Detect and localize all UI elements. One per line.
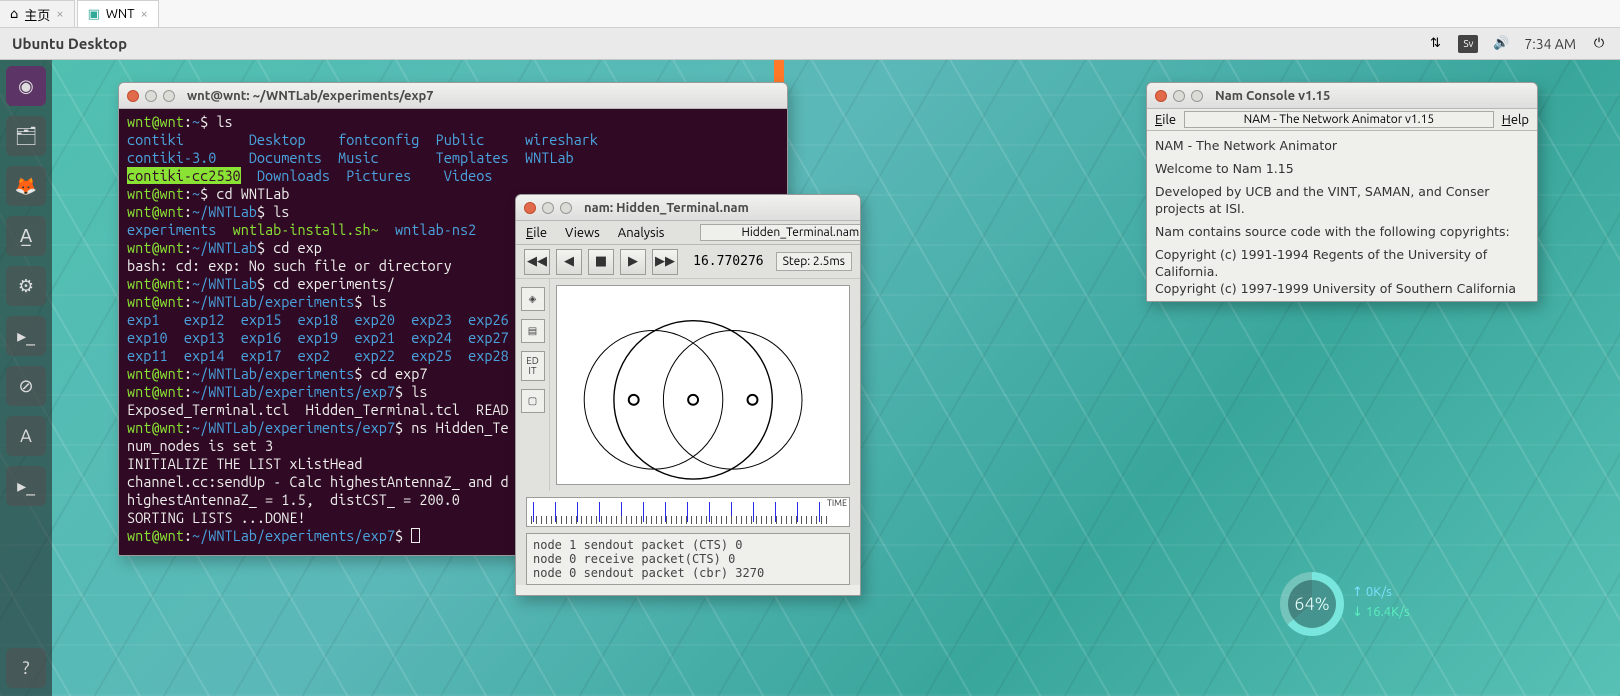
tab-wnt[interactable]: ▣ WNT ×	[77, 0, 159, 27]
fast-forward-button[interactable]: ▶▶	[652, 249, 678, 275]
console-menu-help[interactable]: Help	[1502, 113, 1529, 127]
play-button[interactable]: ▶	[620, 249, 646, 275]
close-icon[interactable]: ×	[56, 7, 63, 21]
nam-title: nam: Hidden_Terminal.nam	[584, 201, 749, 215]
hud-ring: 64%	[1280, 572, 1344, 636]
launcher-dash-icon[interactable]: ◉	[6, 66, 46, 106]
nam-timeline[interactable]: TIME	[526, 497, 850, 527]
launcher-firefox-icon[interactable]: 🦊	[6, 166, 46, 206]
console-line: Welcome to Nam 1.15	[1155, 160, 1529, 177]
nam-canvas[interactable]	[556, 285, 850, 485]
nam-menu-analysis[interactable]: Analysis	[618, 226, 665, 240]
launcher-terminal2-icon[interactable]: ▸_	[6, 466, 46, 506]
launcher-software-icon[interactable]: A	[6, 416, 46, 456]
stop-button[interactable]: ■	[588, 249, 614, 275]
console-line: Nam contains source code with the follow…	[1155, 223, 1529, 240]
gnome-menubar: Ubuntu Desktop ⇅ Sv 🔊 7:34 AM ⏻	[0, 28, 1620, 60]
hud-upload: ↑ 0K/s	[1352, 582, 1410, 602]
nam-tool-cube-icon[interactable]: ◈	[521, 287, 545, 311]
nam-menu-views[interactable]: Views	[565, 226, 600, 240]
keyboard-indicator[interactable]: Sv	[1458, 35, 1478, 53]
app-title: Ubuntu Desktop	[12, 35, 127, 52]
network-hud: 64% ↑ 0K/s ↓ 16.4K/s	[1280, 572, 1420, 636]
console-line: Copyright (c) 1997-1999 University of So…	[1155, 280, 1529, 297]
home-icon: ⌂	[10, 7, 18, 22]
timeline-label: TIME	[827, 498, 847, 508]
nam-time: 16.770276	[687, 254, 769, 269]
console-menu-file[interactable]: Eile	[1155, 113, 1176, 127]
launcher-help-icon[interactable]: ?	[6, 648, 46, 688]
tab-home-label: 主页	[24, 5, 50, 24]
hud-download: ↓ 16.4K/s	[1352, 602, 1410, 622]
console-field: NAM - The Network Animator v1.15	[1184, 111, 1494, 128]
nam-console-titlebar[interactable]: Nam Console v1.15	[1147, 83, 1537, 109]
nam-console-window: Nam Console v1.15 Eile NAM - The Network…	[1146, 82, 1538, 302]
tab-home[interactable]: ⌂ 主页 ×	[0, 0, 75, 27]
log-line: node 0 receive packet(CTS) 0	[533, 552, 843, 566]
nam-menu-file[interactable]: Eile	[526, 226, 547, 240]
window-close-icon[interactable]	[127, 90, 139, 102]
network-icon[interactable]: ⇅	[1426, 35, 1444, 53]
nam-step[interactable]: Step: 2.5ms	[776, 252, 852, 271]
window-maximize-icon[interactable]	[163, 90, 175, 102]
nam-diagram	[557, 286, 849, 484]
rewind-button[interactable]: ◀◀	[524, 249, 550, 275]
console-line: NAM - The Network Animator	[1155, 137, 1529, 154]
window-minimize-icon[interactable]	[1173, 90, 1185, 102]
clock[interactable]: 7:34 AM	[1524, 36, 1576, 52]
window-maximize-icon[interactable]	[560, 202, 572, 214]
nam-console-title: Nam Console v1.15	[1215, 89, 1330, 103]
window-close-icon[interactable]	[1155, 90, 1167, 102]
nam-log: node 1 sendout packet (CTS) 0 node 0 rec…	[526, 533, 850, 585]
launcher-app-icon[interactable]: A̲	[6, 216, 46, 256]
close-icon[interactable]: ×	[140, 7, 147, 21]
window-minimize-icon[interactable]	[542, 202, 554, 214]
launcher: ◉ 🗂 🦊 A̲ ⚙ ▸_ ⊘ A ▸_ ?	[0, 60, 52, 696]
launcher-settings-icon[interactable]: ⚙	[6, 266, 46, 306]
nam-console-body[interactable]: NAM - The Network Animator Welcome to Na…	[1147, 131, 1537, 301]
nam-menubar: Eile Views Analysis Hidden_Terminal.nam	[516, 221, 860, 245]
window-maximize-icon[interactable]	[1191, 90, 1203, 102]
nam-filename-box: Hidden_Terminal.nam	[700, 224, 861, 241]
nam-sidebar: ◈ ▤ ED IT ▢	[516, 279, 550, 491]
nam-tool-stack-icon[interactable]: ▤	[521, 319, 545, 343]
desktop: ◉ 🗂 🦊 A̲ ⚙ ▸_ ⊘ A ▸_ ? wnt@wnt: ~/WNTLab…	[0, 60, 1620, 696]
hud-percent: 64%	[1294, 594, 1329, 614]
sound-icon[interactable]: 🔊	[1492, 35, 1510, 53]
nam-titlebar[interactable]: nam: Hidden_Terminal.nam	[516, 195, 860, 221]
step-back-button[interactable]: ◀	[556, 249, 582, 275]
terminal-cursor	[411, 528, 420, 543]
window-close-icon[interactable]	[524, 202, 536, 214]
page-icon: ▣	[88, 7, 100, 22]
nam-toolbar: ◀◀ ◀ ■ ▶ ▶▶ 16.770276 Step: 2.5ms	[516, 245, 860, 279]
launcher-terminal-icon[interactable]: ▸_	[6, 316, 46, 356]
console-line: Developed by UCB and the VINT, SAMAN, an…	[1155, 183, 1529, 217]
log-line: node 1 sendout packet (CTS) 0	[533, 538, 843, 552]
browser-tabstrip: ⌂ 主页 × ▣ WNT ×	[0, 0, 1620, 28]
launcher-disk-icon[interactable]: ⊘	[6, 366, 46, 406]
session-icon[interactable]: ⏻	[1590, 35, 1608, 53]
terminal-title: wnt@wnt: ~/WNTLab/experiments/exp7	[187, 89, 434, 103]
nam-window: nam: Hidden_Terminal.nam Eile Views Anal…	[515, 194, 861, 596]
tab-wnt-label: WNT	[106, 7, 135, 21]
nam-tool-box-icon[interactable]: ▢	[521, 389, 545, 413]
nam-tool-edit-button[interactable]: ED IT	[521, 351, 545, 381]
log-line: node 0 sendout packet (cbr) 3270	[533, 566, 843, 580]
nam-console-menubar: Eile NAM - The Network Animator v1.15 He…	[1147, 109, 1537, 131]
terminal-titlebar[interactable]: wnt@wnt: ~/WNTLab/experiments/exp7	[119, 83, 787, 109]
console-line: Copyright (c) 1991-1994 Regents of the U…	[1155, 246, 1529, 280]
launcher-files-icon[interactable]: 🗂	[6, 116, 46, 156]
window-minimize-icon[interactable]	[145, 90, 157, 102]
